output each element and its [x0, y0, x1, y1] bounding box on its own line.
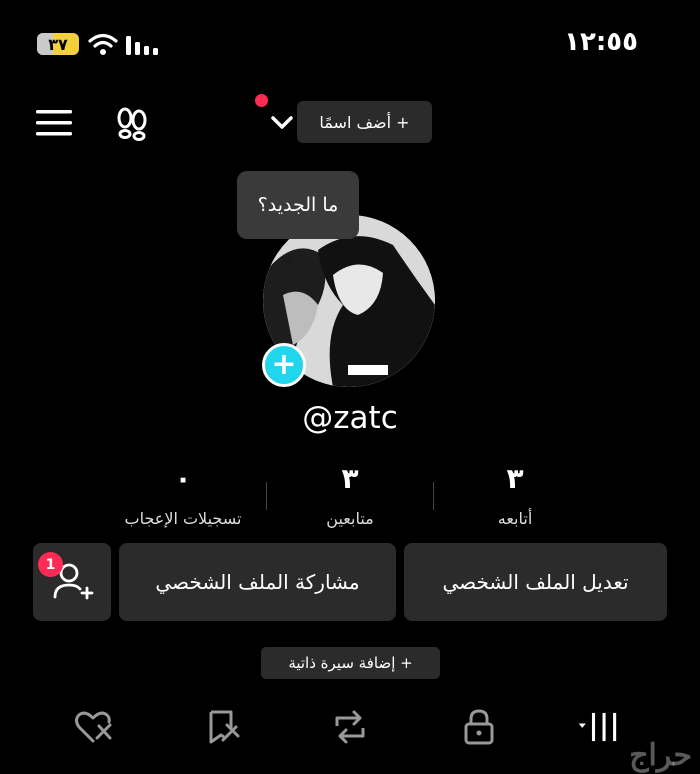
repost-icon: [335, 710, 365, 744]
grid-icon: [578, 712, 617, 742]
tab-reposts[interactable]: [328, 705, 372, 749]
chevron-down-icon[interactable]: [270, 114, 294, 132]
wifi-icon: [88, 33, 118, 55]
battery-level-text: ٣٧: [48, 34, 68, 54]
watermark: حراج: [629, 738, 692, 773]
followers-count[interactable]: ٣: [275, 462, 425, 495]
tab-liked[interactable]: [71, 705, 115, 749]
edit-profile-button[interactable]: تعديل الملف الشخصي: [404, 543, 667, 621]
following-label: أتابعه: [497, 509, 533, 528]
battery-indicator: ٣٧: [37, 33, 79, 55]
menu-icon[interactable]: [36, 108, 72, 138]
followers-label: متابعين: [326, 509, 374, 528]
whats-new-bubble[interactable]: ما الجديد؟: [237, 171, 359, 239]
footprints-icon[interactable]: [113, 105, 151, 143]
tab-videos[interactable]: [577, 705, 621, 749]
stats-divider: [433, 482, 434, 510]
stats-divider: [266, 482, 267, 510]
tab-private[interactable]: [457, 705, 501, 749]
notification-dot: [255, 94, 268, 107]
likes-count[interactable]: ٠: [108, 462, 258, 495]
friend-requests-badge: 1: [38, 552, 63, 577]
status-time: ١٢:٥٥: [564, 27, 638, 57]
following-count[interactable]: ٣: [440, 462, 590, 495]
add-name-button[interactable]: + أضف اسمًا: [297, 101, 432, 143]
tab-favorites[interactable]: [200, 705, 244, 749]
likes-label: تسجيلات الإعجاب: [124, 509, 242, 528]
username: @zatc: [302, 400, 398, 436]
favorites-icon: [209, 710, 240, 744]
share-profile-button[interactable]: مشاركة الملف الشخصي: [119, 543, 396, 621]
liked-icon: [75, 711, 112, 743]
lock-icon: [464, 709, 494, 745]
signal-icon: [126, 36, 158, 55]
bubble-tail-dot: [283, 255, 291, 263]
add-bio-button[interactable]: + إضافة سيرة ذاتية: [261, 647, 440, 679]
add-story-button[interactable]: +: [262, 343, 306, 387]
